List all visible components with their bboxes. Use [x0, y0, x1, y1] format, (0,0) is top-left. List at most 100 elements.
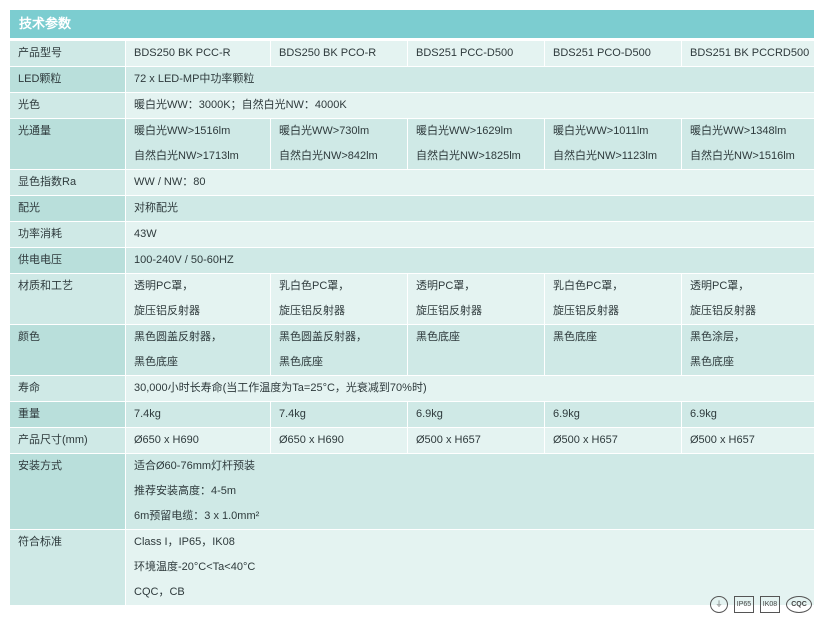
spec-value-line: 暖白光WW>1011lm [553, 125, 649, 137]
spec-value: 100-240V / 50-60HZ [126, 248, 814, 274]
spec-label: 显色指数Ra [10, 170, 126, 196]
spec-value: 暖白光WW：3000K；自然白光NW：4000K [126, 93, 814, 119]
spec-value-line: 黑色底座 [553, 331, 597, 343]
spec-row: 寿命 30,000小时长寿命(当工作温度为Ta=25°C，光衰减到70%时) [10, 376, 814, 402]
spec-value-line: 适合Ø60-76mm灯杆预装 [134, 460, 256, 472]
spec-value: Ø500 x H657 [408, 428, 545, 454]
spec-value: 黑色底座 [408, 325, 545, 376]
spec-value-line: 6m预留电缆：3 x 1.0mm² [134, 510, 260, 522]
spec-value-line: Ø650 x H690 [279, 434, 344, 446]
certification-marks: ⏚ IP65 IK08 CQC [710, 594, 812, 614]
spec-value-line: 黑色底座 [416, 331, 460, 343]
spec-row: 材质和工艺 透明PC罩， 旋压铝反射器 乳白色PC罩， 旋压铝反射器 透明PC罩， 旋压铝反… [10, 274, 814, 325]
spec-value: 对称配光 [126, 196, 814, 222]
spec-row: 供电电压 100-240V / 50-60HZ [10, 248, 814, 274]
spec-label: 安装方式 [10, 454, 126, 530]
spec-label: 材质和工艺 [10, 274, 126, 325]
spec-value: 乳白色PC罩， 旋压铝反射器 [545, 274, 682, 325]
spec-row: 重量 7.4kg 7.4kg 6.9kg 6.9kg 6.9kg [10, 402, 814, 428]
spec-row: 产品尺寸(mm) Ø650 x H690 Ø650 x H690 Ø500 x H65… [10, 428, 814, 454]
spec-value-line: 推荐安装高度：4-5m [134, 485, 237, 497]
spec-value-line: 乳白色PC罩， [553, 280, 624, 292]
ground-symbol-icon: ⏚ [710, 595, 728, 613]
spec-value-line: BDS251 PCC-D500 [416, 47, 514, 59]
spec-label: 供电电压 [10, 248, 126, 274]
spec-value: Ø650 x H690 [126, 428, 271, 454]
spec-value-line: BDS250 BK PCO-R [279, 47, 377, 59]
ip65-badge-icon: IP65 [734, 595, 754, 613]
spec-value-line: 透明PC罩， [690, 280, 750, 292]
spec-value-line: 100-240V / 50-60HZ [134, 254, 234, 266]
spec-value: 暖白光WW>1629lm 自然白光NW>1825lm [408, 119, 545, 170]
spec-value-line: 环境温度-20°C<Ta<40°C [134, 561, 256, 573]
spec-value: 6.9kg [408, 402, 545, 428]
cqc-mark-icon: CQC [786, 595, 812, 613]
spec-table: 产品型号 BDS250 BK PCC-R BDS250 BK PCO-R BDS251… [10, 41, 814, 606]
spec-value-line: 黑色底座 [279, 356, 323, 368]
spec-row: 光通量 暖白光WW>1516lm 自然白光NW>1713lm 暖白光WW>730lm 自… [10, 119, 814, 170]
spec-value-line: BDS251 BK PCCRD500 [690, 47, 810, 59]
spec-value: WW / NW：80 [126, 170, 814, 196]
spec-value: BDS250 BK PCO-R [271, 41, 408, 67]
spec-value: 72 x LED-MP中功率颗粒 [126, 67, 814, 93]
spec-value: 暖白光WW>1011lm 自然白光NW>1123lm [545, 119, 682, 170]
spec-label: 颜色 [10, 325, 126, 376]
spec-value-line: 自然白光NW>842lm [279, 150, 378, 162]
spec-value-line: Ø650 x H690 [134, 434, 199, 446]
spec-label: 光色 [10, 93, 126, 119]
spec-value-line: 暖白光WW>1629lm [416, 125, 513, 137]
spec-sheet: 技术参数 产品型号 BDS250 BK PCC-R BDS250 BK PCO-R B… [10, 10, 814, 606]
spec-value-line: 黑色底座 [134, 356, 178, 368]
spec-label: 寿命 [10, 376, 126, 402]
spec-value-line: 黑色圆盖反射器， [134, 331, 222, 343]
spec-value-line: 自然白光NW>1825lm [416, 150, 521, 162]
spec-value-line: 暖白光WW：3000K；自然白光NW：4000K [134, 99, 347, 111]
spec-value: 30,000小时长寿命(当工作温度为Ta=25°C，光衰减到70%时) [126, 376, 814, 402]
spec-row: 符合标准 Class I，IP65，IK08 环境温度-20°C<Ta<40°C CQ… [10, 530, 814, 606]
spec-label: 产品尺寸(mm) [10, 428, 126, 454]
spec-value-line: 旋压铝反射器 [553, 305, 619, 317]
spec-value: BDS251 PCC-D500 [408, 41, 545, 67]
spec-value-line: WW / NW：80 [134, 176, 206, 188]
spec-value: 暖白光WW>730lm 自然白光NW>842lm [271, 119, 408, 170]
spec-label: 功率消耗 [10, 222, 126, 248]
spec-label: 产品型号 [10, 41, 126, 67]
spec-value: Ø500 x H657 [545, 428, 682, 454]
spec-value: BDS251 BK PCCRD500 [682, 41, 814, 67]
spec-value-line: 自然白光NW>1516lm [690, 150, 795, 162]
spec-value-line: 透明PC罩， [134, 280, 194, 292]
spec-value-line: Class I，IP65，IK08 [134, 536, 235, 548]
spec-value-line: 乳白色PC罩， [279, 280, 350, 292]
spec-value-line: 6.9kg [553, 408, 580, 420]
spec-value-line: Ø500 x H657 [416, 434, 481, 446]
spec-value: Ø500 x H657 [682, 428, 814, 454]
spec-value: 黑色涂层， 黑色底座 [682, 325, 814, 376]
spec-value-line: 暖白光WW>1516lm [134, 125, 231, 137]
spec-value-line: 暖白光WW>1348lm [690, 125, 787, 137]
spec-value-line: 自然白光NW>1123lm [553, 150, 658, 162]
spec-value-line: 黑色圆盖反射器， [279, 331, 367, 343]
spec-row: 产品型号 BDS250 BK PCC-R BDS250 BK PCO-R BDS251… [10, 41, 814, 67]
spec-value: 透明PC罩， 旋压铝反射器 [408, 274, 545, 325]
spec-value-line: 旋压铝反射器 [279, 305, 345, 317]
spec-value-line: 暖白光WW>730lm [279, 125, 370, 137]
spec-value: 透明PC罩， 旋压铝反射器 [126, 274, 271, 325]
spec-value: 黑色底座 [545, 325, 682, 376]
ik08-badge-icon: IK08 [760, 595, 780, 613]
spec-value-line: BDS251 PCO-D500 [553, 47, 651, 59]
spec-value: 7.4kg [126, 402, 271, 428]
spec-value-line: 7.4kg [134, 408, 161, 420]
spec-value: BDS251 PCO-D500 [545, 41, 682, 67]
spec-value-line: Ø500 x H657 [553, 434, 618, 446]
spec-value: 43W [126, 222, 814, 248]
spec-value-line: Ø500 x H657 [690, 434, 755, 446]
spec-label: 符合标准 [10, 530, 126, 606]
spec-value-line: 72 x LED-MP中功率颗粒 [134, 73, 255, 85]
spec-value-line: 黑色涂层， [690, 331, 745, 343]
spec-value-line: BDS250 BK PCC-R [134, 47, 231, 59]
spec-row: 显色指数Ra WW / NW：80 [10, 170, 814, 196]
spec-value-line: 黑色底座 [690, 356, 734, 368]
spec-label: 配光 [10, 196, 126, 222]
spec-value-line: 6.9kg [416, 408, 443, 420]
spec-value-line: 43W [134, 228, 157, 240]
